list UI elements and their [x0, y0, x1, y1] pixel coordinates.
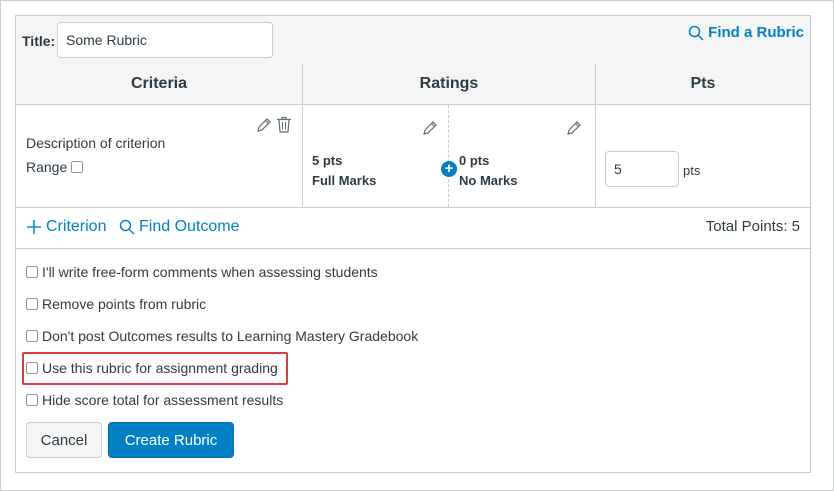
- range-toggle[interactable]: Range: [26, 159, 84, 175]
- option-label: Don't post Outcomes results to Learning …: [42, 328, 419, 344]
- pts-header: Pts: [690, 75, 716, 92]
- trash-icon[interactable]: [276, 116, 292, 133]
- plus-icon: [27, 220, 41, 234]
- points-unit: pts: [683, 163, 701, 178]
- find-outcome-label: Find Outcome: [139, 218, 240, 235]
- criterion-row: Description of criterion Range 5 pts Ful…: [16, 105, 810, 208]
- total-points: Total Points: 5: [705, 218, 800, 235]
- range-checkbox[interactable]: [71, 161, 84, 173]
- rating-points: 0 pts: [459, 153, 490, 168]
- title-label: Title:: [22, 33, 56, 49]
- option-label: I'll write free-form comments when asses…: [42, 264, 378, 280]
- table-header: Criteria Ratings Pts: [16, 64, 810, 105]
- title-row: Title: Find a Rubric: [16, 16, 810, 65]
- option-dont-post-outcomes[interactable]: Don't post Outcomes results to Learning …: [26, 328, 418, 344]
- cancel-button[interactable]: Cancel: [26, 422, 102, 458]
- pencil-icon[interactable]: [256, 117, 272, 133]
- option-free-form-comments[interactable]: I'll write free-form comments when asses…: [26, 264, 378, 280]
- find-outcome-link[interactable]: Find Outcome: [119, 218, 239, 236]
- criterion-description: Description of criterion: [26, 135, 166, 151]
- ratings-header: Ratings: [419, 75, 479, 92]
- criteria-header: Criteria: [130, 75, 188, 92]
- rating-points: 5 pts: [312, 153, 343, 168]
- search-icon: [119, 219, 135, 235]
- find-rubric-label: Find a Rubric: [708, 24, 804, 41]
- option-checkbox[interactable]: [26, 266, 38, 278]
- plus-circle-icon[interactable]: +: [441, 161, 457, 177]
- find-rubric-link[interactable]: Find a Rubric: [688, 24, 804, 41]
- search-icon: [688, 25, 704, 41]
- range-label: Range: [26, 159, 68, 175]
- rating-description: No Marks: [459, 173, 518, 188]
- dialog-frame: Title: Find a Rubric Criteria Ratings Pt…: [0, 0, 834, 491]
- highlight-box: [22, 352, 288, 385]
- pencil-icon[interactable]: [422, 120, 438, 136]
- title-input[interactable]: [57, 22, 273, 58]
- add-criterion-link[interactable]: Criterion: [26, 218, 106, 236]
- create-rubric-button[interactable]: Create Rubric: [108, 422, 234, 458]
- action-row: Criterion Find Outcome Total Points: 5: [16, 208, 810, 249]
- points-input[interactable]: [605, 151, 679, 187]
- option-checkbox[interactable]: [26, 394, 38, 406]
- rating-description: Full Marks: [312, 173, 377, 188]
- add-criterion-label: Criterion: [46, 218, 107, 235]
- option-label: Remove points from rubric: [42, 296, 207, 312]
- option-label: Hide score total for assessment results: [42, 392, 284, 408]
- rating-divider: [448, 105, 449, 207]
- option-remove-points[interactable]: Remove points from rubric: [26, 296, 206, 312]
- pencil-icon[interactable]: [566, 120, 582, 136]
- option-checkbox[interactable]: [26, 298, 38, 310]
- option-hide-score-total[interactable]: Hide score total for assessment results: [26, 392, 283, 408]
- option-checkbox[interactable]: [26, 330, 38, 342]
- rubric-editor: Title: Find a Rubric Criteria Ratings Pt…: [15, 15, 811, 473]
